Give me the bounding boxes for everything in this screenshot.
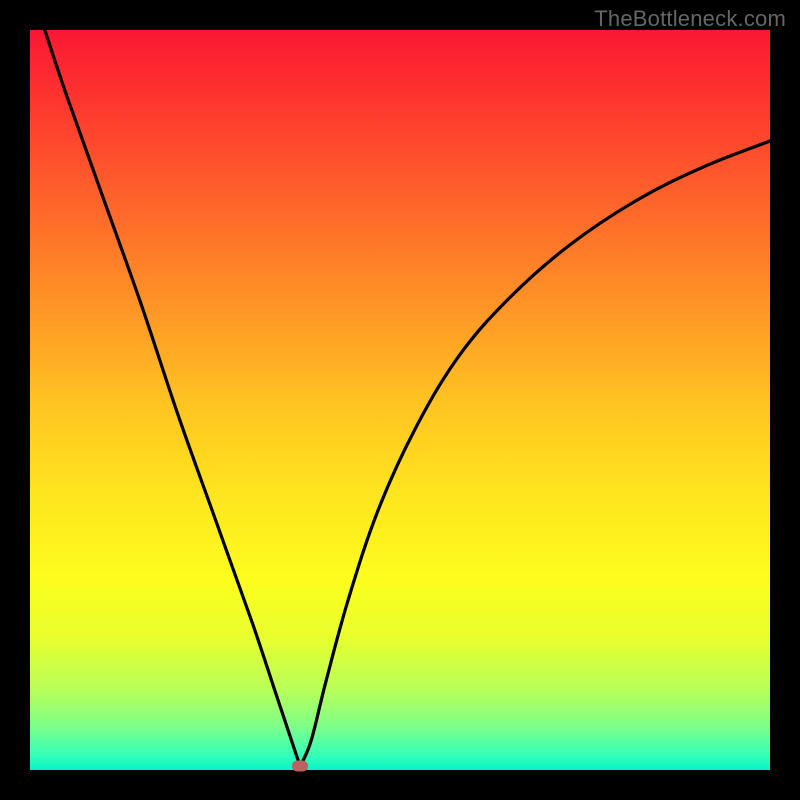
curve-right-branch bbox=[300, 141, 770, 766]
watermark-label: TheBottleneck.com bbox=[594, 6, 786, 32]
plot-area bbox=[30, 30, 770, 770]
chart-frame: TheBottleneck.com bbox=[0, 0, 800, 800]
minimum-marker bbox=[292, 760, 308, 771]
curve-left-branch bbox=[45, 30, 300, 766]
bottleneck-curve bbox=[30, 30, 770, 770]
